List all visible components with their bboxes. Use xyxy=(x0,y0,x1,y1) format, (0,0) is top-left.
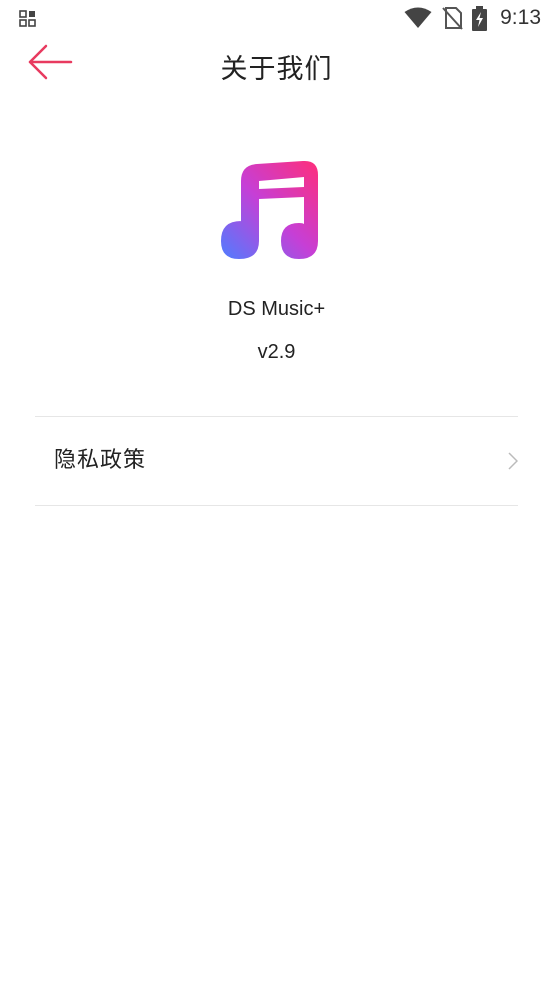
privacy-policy-item[interactable]: 隐私政策 xyxy=(35,417,518,505)
wifi-icon xyxy=(404,7,432,28)
no-sim-icon xyxy=(442,7,463,30)
app-version: v2.9 xyxy=(257,341,296,363)
app-name: DS Music+ xyxy=(227,298,326,320)
status-time: 9:13 xyxy=(500,6,541,29)
privacy-policy-label: 隐私政策 xyxy=(54,448,147,473)
page-title: 关于我们 xyxy=(220,54,333,85)
status-bar: 9:13 xyxy=(0,0,553,36)
chevron-right-icon xyxy=(508,452,518,470)
music-note-logo xyxy=(221,160,318,259)
divider-bottom xyxy=(35,505,518,506)
status-right-group: 9:13 xyxy=(404,4,541,32)
about-screen: 9:13 关于我们 DS Music+ v2.9 隐私政策 xyxy=(0,0,553,983)
battery-charging-icon xyxy=(472,5,488,31)
notification-grid-icon xyxy=(19,10,36,27)
